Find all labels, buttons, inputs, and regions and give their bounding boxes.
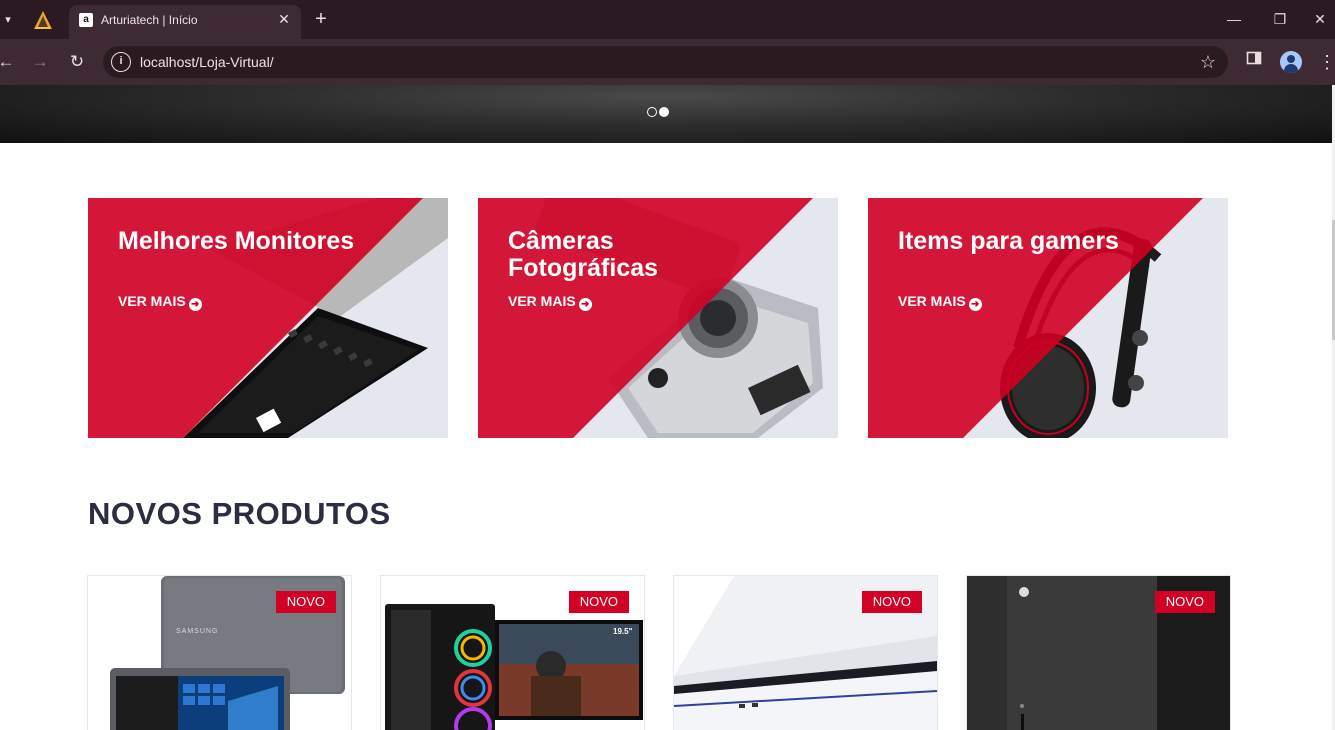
- restore-icon[interactable]: ❐: [1260, 6, 1300, 32]
- carousel-dot-2[interactable]: [659, 107, 669, 117]
- collection-title: Melhores Monitores: [118, 227, 355, 255]
- product-card[interactable]: NOVO: [673, 575, 938, 730]
- arrow-circle-right-icon: ➜: [188, 298, 202, 311]
- arrow-circle-right-icon: ➜: [968, 298, 982, 311]
- ver-mais-label: VER MAIS: [118, 293, 186, 309]
- forward-arrow-icon[interactable]: →: [28, 50, 52, 74]
- url-text[interactable]: localhost/Loja-Virtual/: [140, 54, 274, 70]
- hero-carousel: [0, 85, 1332, 143]
- ver-mais-label: VER MAIS: [508, 293, 576, 309]
- new-tab-icon[interactable]: +: [310, 9, 332, 31]
- product-card[interactable]: NOVO: [966, 575, 1231, 730]
- profile-avatar-icon[interactable]: [1280, 51, 1302, 73]
- ver-mais-link[interactable]: VER MAIS ➜: [118, 293, 202, 311]
- ver-mais-label: VER MAIS: [898, 293, 966, 309]
- pinned-tab-icon[interactable]: [30, 9, 56, 31]
- arrow-circle-right-icon: ➜: [578, 298, 592, 311]
- new-badge: NOVO: [1154, 591, 1215, 613]
- collection-monitores[interactable]: Melhores Monitores VER MAIS ➜: [88, 198, 448, 438]
- new-badge: NOVO: [568, 591, 629, 613]
- close-tab-icon[interactable]: ✕: [275, 10, 293, 28]
- side-panel-icon[interactable]: [1242, 50, 1266, 74]
- minimize-icon[interactable]: —: [1214, 6, 1254, 32]
- samsung-logo-text: SAMSUNG: [176, 628, 218, 635]
- reload-icon[interactable]: ↻: [65, 50, 89, 74]
- tab-title: Arturiatech | Início: [101, 13, 198, 27]
- bookmark-star-icon[interactable]: ☆: [1200, 51, 1216, 73]
- product-card[interactable]: 19.5" NOVO: [380, 575, 645, 730]
- carousel-dots: [647, 107, 671, 117]
- tab-arturiatech[interactable]: a Arturiatech | Início ✕: [69, 5, 301, 39]
- collection-gamers[interactable]: Items para gamers VER MAIS ➜: [868, 198, 1228, 438]
- monitor-size-label: 19.5": [613, 627, 633, 636]
- new-badge: NOVO: [861, 591, 922, 613]
- browser-toolbar: ← → ↻ i localhost/Loja-Virtual/ ☆ ⋮: [0, 39, 1335, 85]
- collection-title: Câmeras Fotográficas: [508, 227, 659, 282]
- tab-favicon-icon: a: [79, 13, 93, 27]
- product-card[interactable]: SAMSUNG NOVO: [87, 575, 352, 730]
- collection-title: Items para gamers: [898, 227, 1119, 255]
- more-menu-icon[interactable]: ⋮: [1315, 50, 1335, 74]
- browser-tab-bar: ▾ a Arturiatech | Início ✕ + — ❐ ✕: [0, 0, 1335, 39]
- tab-search-icon[interactable]: ▾: [0, 8, 16, 32]
- close-window-icon[interactable]: ✕: [1300, 6, 1335, 32]
- collection-cameras[interactable]: Câmeras Fotográficas VER MAIS ➜: [478, 198, 838, 438]
- address-bar[interactable]: i localhost/Loja-Virtual/ ☆: [103, 46, 1228, 78]
- section-title: NOVOS PRODUTOS: [88, 496, 391, 531]
- back-arrow-icon[interactable]: ←: [0, 50, 18, 74]
- new-badge: NOVO: [275, 591, 336, 613]
- carousel-dot-1[interactable]: [647, 107, 657, 117]
- ver-mais-link[interactable]: VER MAIS ➜: [898, 293, 982, 311]
- ver-mais-link[interactable]: VER MAIS ➜: [508, 293, 592, 311]
- site-info-icon[interactable]: i: [111, 52, 131, 72]
- page-viewport: Melhores Monitores VER MAIS ➜ Câmeras Fot…: [0, 85, 1335, 730]
